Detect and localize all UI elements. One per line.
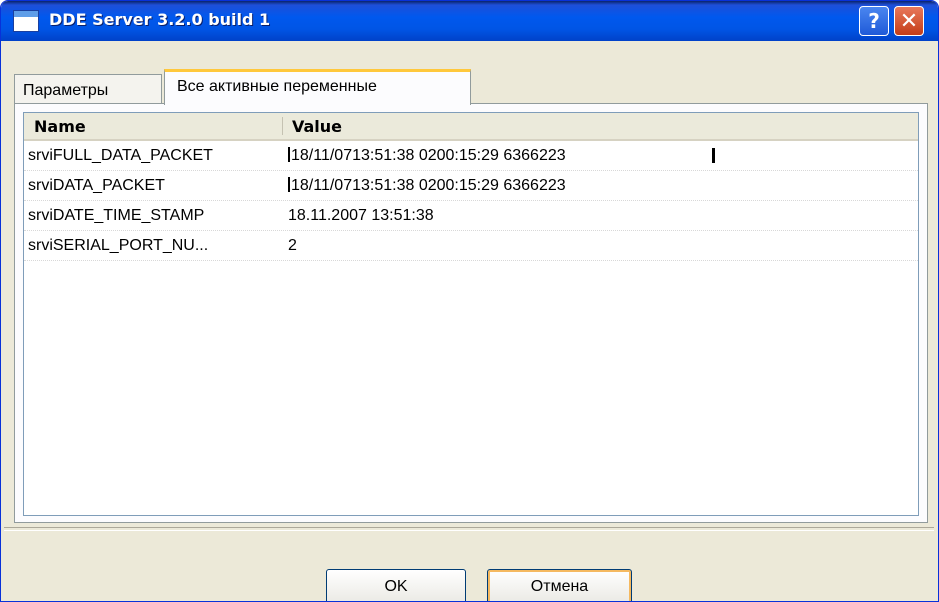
table-row[interactable]: srviFULL_DATA_PACKET 18/11/0713:51:38 02…: [24, 141, 918, 171]
variable-value-cell: 18/11/0713:51:38 0200:15:29 6366223: [288, 147, 908, 165]
close-button[interactable]: ✕: [894, 6, 924, 36]
column-header-value[interactable]: Value: [292, 117, 342, 136]
table-row[interactable]: srviDATE_TIME_STAMP 18.11.2007 13:51:38: [24, 201, 918, 231]
ok-button[interactable]: OK: [326, 569, 466, 601]
list-header: Name Value: [24, 113, 918, 141]
table-row[interactable]: srviDATA_PACKET 18/11/0713:51:38 0200:15…: [24, 171, 918, 201]
tab-active-variables[interactable]: Все активные переменные: [164, 69, 471, 105]
cancel-button[interactable]: Отмена: [487, 569, 632, 601]
dialog-window: DDE Server 3.2.0 build 1 ? ✕ Параметры В…: [0, 0, 939, 602]
variable-name: srviDATE_TIME_STAMP: [28, 207, 205, 224]
control-char-glyph: [288, 177, 290, 192]
column-divider[interactable]: [282, 117, 283, 135]
variable-name: srviFULL_DATA_PACKET: [28, 147, 213, 164]
title-bar[interactable]: DDE Server 3.2.0 build 1 ? ✕: [1, 1, 938, 41]
variable-value: 2: [288, 237, 297, 254]
table-row[interactable]: srviSERIAL_PORT_NU... 2: [24, 231, 918, 261]
variable-value: 18.11.2007 13:51:38: [288, 207, 434, 224]
variables-list[interactable]: Name Value srviFULL_DATA_PACKET 18/11/07…: [23, 112, 919, 516]
variable-value-cell: 18/11/0713:51:38 0200:15:29 6366223: [288, 177, 908, 195]
column-header-name[interactable]: Name: [34, 117, 86, 136]
help-button[interactable]: ?: [859, 6, 889, 36]
tab-parameters[interactable]: Параметры: [14, 74, 162, 104]
window-icon: [13, 10, 39, 32]
tab-panel: Name Value srviFULL_DATA_PACKET 18/11/07…: [14, 103, 928, 523]
control-char-glyph: [288, 147, 290, 162]
dialog-client: Параметры Все активные переменные Name V…: [4, 41, 934, 601]
control-char-glyph: [712, 148, 715, 163]
separator: [4, 527, 934, 531]
variable-name: srviDATA_PACKET: [28, 177, 165, 194]
window-title: DDE Server 3.2.0 build 1: [49, 10, 271, 29]
variable-value: 18/11/0713:51:38 0200:15:29 6366223: [291, 147, 566, 164]
variable-value: 18/11/0713:51:38 0200:15:29 6366223: [291, 177, 566, 194]
variable-name: srviSERIAL_PORT_NU...: [28, 237, 209, 254]
